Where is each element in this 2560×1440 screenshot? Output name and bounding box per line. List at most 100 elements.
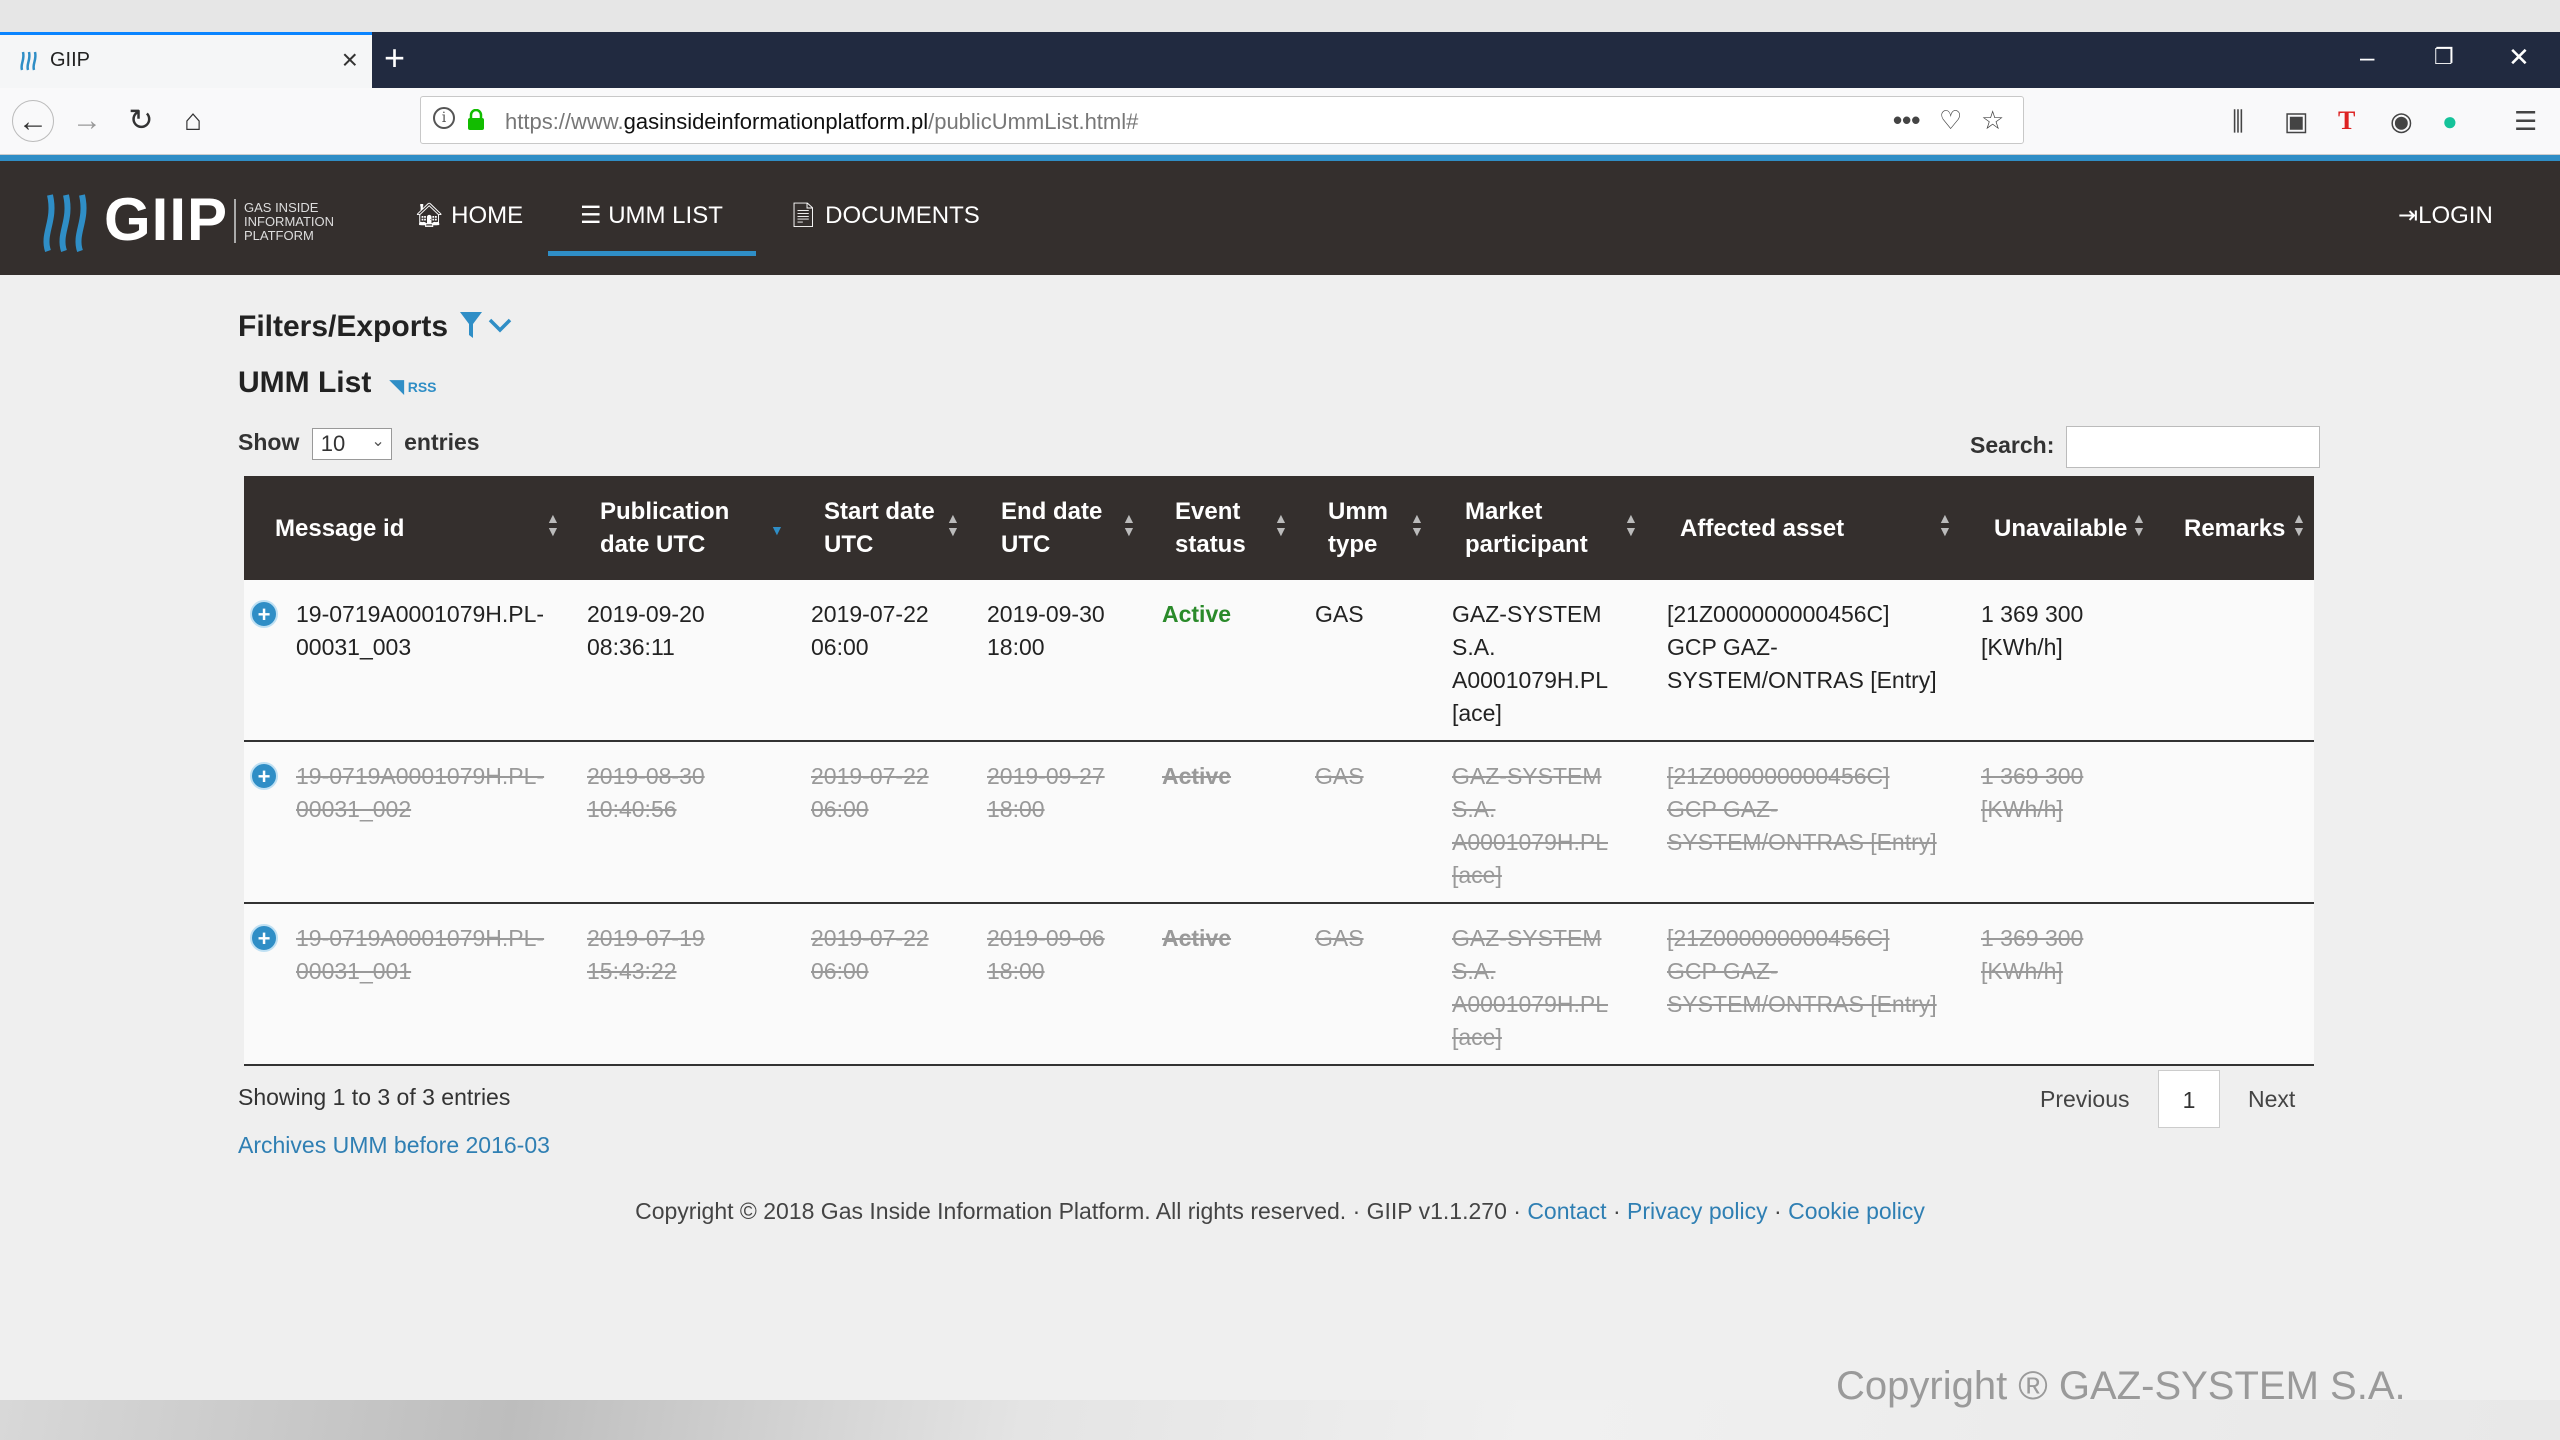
nav-umm-list[interactable]: ☰ UMM LIST [580, 201, 723, 230]
site-header: GIIP GAS INSIDE INFORMATION PLATFORM 🏠︎ … [0, 161, 2560, 275]
cell-umm-type: GAS [1315, 763, 1364, 789]
cell-line: SYSTEM/ONTRAS [Entry] [1667, 991, 1937, 1017]
cell-line: 19-0719A0001079H.PL- [296, 601, 545, 627]
col-event-status[interactable]: Event status [1175, 476, 1246, 580]
url-bar[interactable]: i https://www.gasinsideinformationplatfo… [420, 96, 2024, 144]
nav-home-label: HOME [451, 202, 524, 229]
giip-logo[interactable]: GIIP GAS INSIDE INFORMATION PLATFORM [40, 186, 350, 253]
cell-line: GCP GAZ- [1667, 634, 1778, 660]
forward-icon[interactable]: → [66, 100, 108, 142]
cell-unavailable: 1 369 300 [KWh/h] [1981, 598, 2083, 664]
watermark-text: Copyright ® GAZ-SYSTEM S.A. [1836, 1364, 2406, 1408]
cell-line: [21Z000000000456C] [1667, 601, 1890, 627]
logo-divider [234, 199, 236, 243]
bookmark-star-icon[interactable]: ☆ [1981, 105, 2004, 136]
status-badge: Active [1162, 925, 1232, 951]
previous-button[interactable]: Previous [2040, 1086, 2129, 1113]
col-header-label: participant [1465, 531, 1588, 558]
table-row[interactable]: + 19-0719A0001079H.PL- 00031_003 2019-09-… [244, 580, 2314, 742]
col-header-label: Market [1465, 498, 1543, 525]
next-button[interactable]: Next [2248, 1086, 2295, 1113]
cell-start-date: 2019-07-22 06:00 [811, 760, 929, 826]
cell-line: 19-0719A0001079H.PL- [296, 925, 545, 951]
close-tab-icon[interactable]: × [342, 45, 358, 75]
nav-documents-label: DOCUMENTS [825, 202, 980, 229]
rss-label: RSS [407, 379, 437, 395]
col-market-participant[interactable]: Market participant [1465, 476, 1588, 580]
cell-line: A0001079H.PL [1452, 829, 1609, 855]
col-umm-type[interactable]: Umm type [1328, 476, 1388, 580]
entries-select[interactable]: 10 ⌄ [311, 428, 392, 460]
table-row[interactable]: + 19-0719A0001079H.PL- 00031_001 2019-07-… [244, 904, 2314, 1066]
cell-line: GCP GAZ- [1667, 958, 1778, 984]
site-info-icon[interactable]: i [433, 107, 455, 129]
cell-affected-asset: [21Z000000000456C] GCP GAZ- SYSTEM/ONTRAS … [1667, 922, 1937, 1021]
cell-message-id: 19-0719A0001079H.PL- 00031_002 [296, 760, 544, 826]
show-label: Show [238, 429, 300, 456]
extension-t-icon[interactable]: T [2338, 106, 2355, 136]
col-header-label: Remarks [2184, 514, 2286, 542]
logo-text: GIIP [104, 186, 229, 253]
col-message-id[interactable]: Message id [275, 476, 404, 580]
page-actions-icon[interactable]: ••• [1893, 105, 1920, 136]
col-unavailable[interactable]: Unavailable [1994, 476, 2127, 580]
privacy-policy-link[interactable]: Privacy policy [1627, 1198, 1768, 1224]
cell-unavailable: 1 369 300 [KWh/h] [1981, 760, 2083, 826]
minimize-icon[interactable]: – [2360, 42, 2374, 72]
col-end-date[interactable]: End date UTC [1001, 476, 1102, 580]
col-affected-asset[interactable]: Affected asset [1680, 476, 1844, 580]
cell-umm-type: GAS [1315, 925, 1364, 951]
nav-home[interactable]: 🏠︎ HOME [414, 201, 523, 230]
nav-active-indicator [548, 251, 756, 256]
cookie-policy-link[interactable]: Cookie policy [1788, 1198, 1925, 1224]
reload-icon[interactable]: ↻ [120, 100, 162, 142]
search-label: Search: [1970, 432, 2055, 458]
expand-row-icon[interactable]: + [250, 600, 278, 628]
filters-exports-toggle[interactable]: Filters/Exports [238, 310, 448, 344]
browser-tab[interactable]: GIIP × [0, 32, 372, 88]
back-icon[interactable]: ← [12, 100, 54, 142]
col-publication-date[interactable]: Publication date UTC [600, 476, 729, 580]
cell-line: 2019-07-22 [811, 601, 929, 627]
home-icon[interactable]: ⌂ [172, 100, 214, 142]
menu-icon[interactable]: ☰ [2514, 106, 2537, 136]
sort-icon: ▲ ▼ [1410, 510, 1424, 539]
search-input[interactable] [2066, 426, 2320, 468]
filter-icon[interactable] [458, 310, 518, 344]
entries-select-value: 10 [320, 431, 346, 456]
cell-unavailable: 1 369 300 [KWh/h] [1981, 922, 2083, 988]
table-row[interactable]: + 19-0719A0001079H.PL- 00031_002 2019-08-… [244, 742, 2314, 904]
browser-tab-strip: GIIP × + – ❐ ✕ [0, 32, 2560, 88]
col-header-label: type [1328, 531, 1378, 558]
sort-icon: ▲ ▼ [546, 510, 560, 539]
col-remarks[interactable]: Remarks [2184, 476, 2285, 580]
chevron-down-icon: ⌄ [371, 433, 385, 450]
col-header-label: Publication [600, 498, 730, 525]
cell-line: GCP GAZ- [1667, 796, 1778, 822]
nav-login[interactable]: ⇥LOGIN [2398, 201, 2493, 230]
giip-favicon-icon [20, 51, 37, 71]
library-icon[interactable]: ⫼ [2232, 106, 2244, 136]
expand-row-icon[interactable]: + [250, 762, 278, 790]
nav-documents[interactable]: 📄︎ DOCUMENTS [788, 201, 980, 230]
archives-link[interactable]: Archives UMM before 2016-03 [238, 1132, 550, 1159]
sidebar-icon[interactable]: ▣ [2284, 106, 2309, 136]
rss-link[interactable]: ◥ RSS [390, 376, 437, 397]
new-tab-icon[interactable]: + [384, 38, 405, 78]
window-close-icon[interactable]: ✕ [2508, 42, 2530, 72]
contact-link[interactable]: Contact [1527, 1198, 1606, 1224]
col-start-date[interactable]: Start date UTC [824, 476, 935, 580]
pocket-icon[interactable]: ♡ [1939, 105, 1962, 136]
cell-line: [21Z000000000456C] [1667, 925, 1890, 951]
expand-row-icon[interactable]: + [250, 924, 278, 952]
tab-title: GIIP [50, 49, 91, 71]
extension-account-icon[interactable]: ◉ [2390, 106, 2413, 136]
grammarly-icon[interactable]: ● [2442, 106, 2458, 136]
restore-icon[interactable]: ❐ [2434, 42, 2454, 72]
cell-line: 06:00 [811, 634, 869, 660]
rss-icon: ◥ [390, 376, 404, 396]
house-icon: 🏠︎ [414, 202, 445, 229]
lock-icon [468, 109, 484, 130]
logo-sub-line: INFORMATION [244, 214, 335, 229]
page-1-button[interactable]: 1 [2158, 1070, 2220, 1128]
